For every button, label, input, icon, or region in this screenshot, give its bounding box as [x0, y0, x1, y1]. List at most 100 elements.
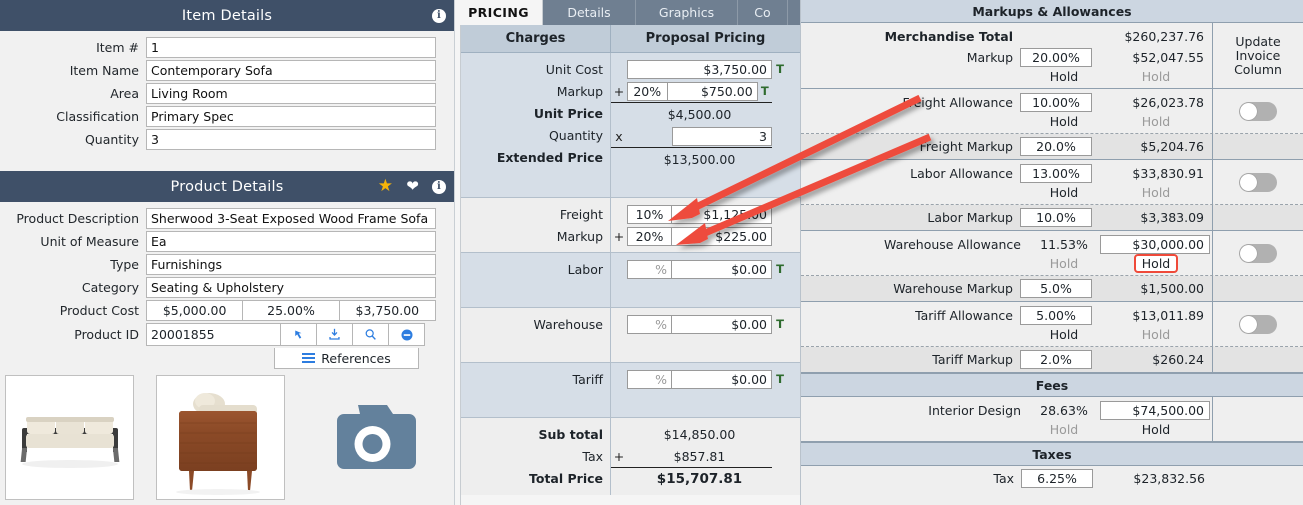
tax-operator: + [613, 448, 625, 464]
row-merchandise-markup-hold: Hold Hold [801, 68, 1212, 85]
input-freight-markup-percent[interactable]: 20.0% [1020, 137, 1092, 156]
input-labor-markup-percent[interactable]: 10.0% [1020, 208, 1092, 227]
input-product-description[interactable]: Sherwood 3-Seat Exposed Wood Frame Sofa [146, 208, 436, 229]
input-area[interactable]: Living Room [146, 83, 436, 104]
label-merchandise-total: Merchandise Total [884, 29, 1013, 44]
input-labor-percent[interactable]: % [627, 259, 672, 279]
row-merchandise-markup: Markup 20.00% $52,047.55 [801, 47, 1212, 68]
tab-details[interactable]: Details [543, 0, 636, 25]
tab-components[interactable]: Co [738, 0, 788, 25]
import-icon[interactable] [317, 323, 353, 346]
info-icon[interactable]: i [432, 179, 446, 194]
markup-tax-flag[interactable]: T [758, 84, 772, 98]
input-freight-percent[interactable]: 10% [627, 204, 672, 224]
hold-toggle-labor-allowance-pct[interactable]: Hold [1028, 185, 1100, 200]
tab-pricing[interactable]: PRICING [455, 0, 543, 25]
input-tariff-allowance-percent[interactable]: 5.00% [1020, 306, 1092, 325]
hold-toggle-warehouse-allowance-pct[interactable]: Hold [1028, 256, 1100, 271]
product-cost-amount[interactable]: $5,000.00 [146, 300, 244, 321]
input-product-id[interactable]: 20001855 [146, 323, 281, 346]
input-labor-amount[interactable]: $0.00 [672, 259, 772, 279]
row-extended-price: $13,500.00 [611, 148, 800, 170]
hold-toggle-labor-allowance-amount[interactable]: Hold [1100, 185, 1212, 200]
product-thumbnail-front[interactable] [5, 375, 134, 500]
input-tariff-markup-percent[interactable]: 2.0% [1020, 350, 1092, 369]
product-cost-percent[interactable]: 25.00% [243, 300, 340, 321]
input-markup-percent[interactable]: 20% [627, 81, 668, 101]
minus-circle-icon[interactable] [389, 323, 425, 346]
row-tax: + $857.81 [611, 445, 772, 468]
input-tariff-amount[interactable]: $0.00 [672, 369, 772, 389]
update-invoice-toggle-freight[interactable] [1239, 101, 1277, 121]
markup-row-freight-markup: Freight Markup 20.0% $5,204.76 [801, 134, 1303, 160]
pricing-unit-values-spacer [611, 170, 800, 192]
hold-toggle-merchandise-markup-amount[interactable]: Hold [1100, 69, 1212, 84]
input-merchandise-markup-percent[interactable]: 20.00% [1020, 48, 1092, 67]
row-warehouse: % $0.00 T [611, 313, 800, 335]
item-details-header: Item Details i [0, 0, 454, 31]
input-tariff-percent[interactable]: % [627, 369, 672, 389]
references-button[interactable]: References [274, 348, 419, 369]
unit-cost-tax-flag[interactable]: T [772, 62, 788, 76]
hold-toggle-tariff-allowance-pct[interactable]: Hold [1028, 327, 1100, 342]
warehouse-tax-flag[interactable]: T [772, 317, 788, 331]
label-freight-allowance: Freight Allowance [902, 95, 1013, 110]
input-classification[interactable]: Primary Spec [146, 106, 436, 127]
hold-toggle-interior-design-amount[interactable]: Hold [1100, 422, 1212, 437]
heart-icon[interactable]: ❤ [406, 179, 419, 194]
input-unit-of-measure[interactable]: Ea [146, 231, 436, 252]
input-item-name[interactable]: Contemporary Sofa [146, 60, 436, 81]
row-freight-markup: + 20% $225.00 [611, 225, 800, 247]
value-interior-design-percent: 28.63% [1040, 403, 1088, 418]
tax-left: Tax 6.25% $23,832.56 [801, 466, 1213, 491]
input-type[interactable]: Furnishings [146, 254, 436, 275]
pricing-panel: PRICING Details Graphics Co Charges Prop… [455, 0, 800, 505]
star-icon[interactable]: ★ [378, 178, 393, 195]
search-icon[interactable] [353, 323, 389, 346]
input-quantity[interactable]: 3 [146, 129, 436, 150]
row-tariff: % $0.00 T [611, 368, 800, 390]
input-interior-design-amount[interactable]: $74,500.00 [1100, 401, 1210, 420]
update-invoice-toggle-tariff[interactable] [1239, 314, 1277, 334]
input-freight-allowance-percent[interactable]: 10.00% [1020, 93, 1092, 112]
input-item-number[interactable]: 1 [146, 37, 436, 58]
labor-tax-flag[interactable]: T [772, 262, 788, 276]
pricing-group-unit-values: $3,750.00 T + 20% $750.00 T $4,500.00 x … [611, 53, 800, 197]
input-labor-allowance-percent[interactable]: 13.00% [1020, 164, 1092, 183]
hold-toggle-interior-design-pct[interactable]: Hold [1028, 422, 1100, 437]
item-details-title: Item Details [181, 7, 273, 24]
input-quantity-value[interactable]: 3 [672, 126, 772, 146]
input-freight-markup-amount[interactable]: $225.00 [672, 226, 772, 246]
input-warehouse-amount[interactable]: $0.00 [672, 314, 772, 334]
update-invoice-toggle-labor[interactable] [1239, 172, 1277, 192]
input-warehouse-allowance-amount[interactable]: $30,000.00 [1100, 235, 1210, 254]
markups-allowances-panel: Markups & Allowances Merchandise Total $… [800, 0, 1303, 505]
input-tax-percent[interactable]: 6.25% [1021, 469, 1093, 488]
tab-graphics[interactable]: Graphics [636, 0, 738, 25]
row-warehouse-allowance-hold: Hold Hold [801, 254, 1212, 273]
input-markup-amount[interactable]: $750.00 [667, 81, 758, 101]
input-freight-amount[interactable]: $1,125.00 [672, 204, 772, 224]
input-freight-markup-percent[interactable]: 20% [627, 226, 672, 246]
product-thumbnail-back[interactable] [156, 375, 285, 500]
pricing-group-tariff-labels: Tariff [461, 363, 611, 417]
label-quantity: Quantity [84, 132, 139, 147]
input-warehouse-markup-percent[interactable]: 5.0% [1020, 279, 1092, 298]
hold-toggle-merchandise-markup-pct[interactable]: Hold [1028, 69, 1100, 84]
arrow-up-left-icon[interactable] [281, 323, 317, 346]
label-labor-allowance: Labor Allowance [910, 166, 1013, 181]
hold-toggle-freight-allowance-pct[interactable]: Hold [1028, 114, 1100, 129]
camera-placeholder-icon[interactable] [325, 398, 420, 478]
update-invoice-toggle-warehouse[interactable] [1239, 243, 1277, 263]
hold-toggle-tariff-allowance-amount[interactable]: Hold [1100, 327, 1212, 342]
hold-toggle-warehouse-allowance-amount[interactable]: Hold [1100, 254, 1212, 273]
hold-toggle-freight-allowance-amount[interactable]: Hold [1100, 114, 1212, 129]
info-icon[interactable]: i [432, 8, 446, 23]
value-tariff-allowance-amount: $13,011.89 [1132, 308, 1204, 323]
product-cost-total[interactable]: $3,750.00 [339, 300, 436, 321]
row-freight: 10% $1,125.00 [611, 203, 800, 225]
input-category[interactable]: Seating & Upholstery [146, 277, 436, 298]
input-unit-cost-amount[interactable]: $3,750.00 [627, 59, 772, 79]
input-warehouse-percent[interactable]: % [627, 314, 672, 334]
tariff-tax-flag[interactable]: T [772, 372, 788, 386]
